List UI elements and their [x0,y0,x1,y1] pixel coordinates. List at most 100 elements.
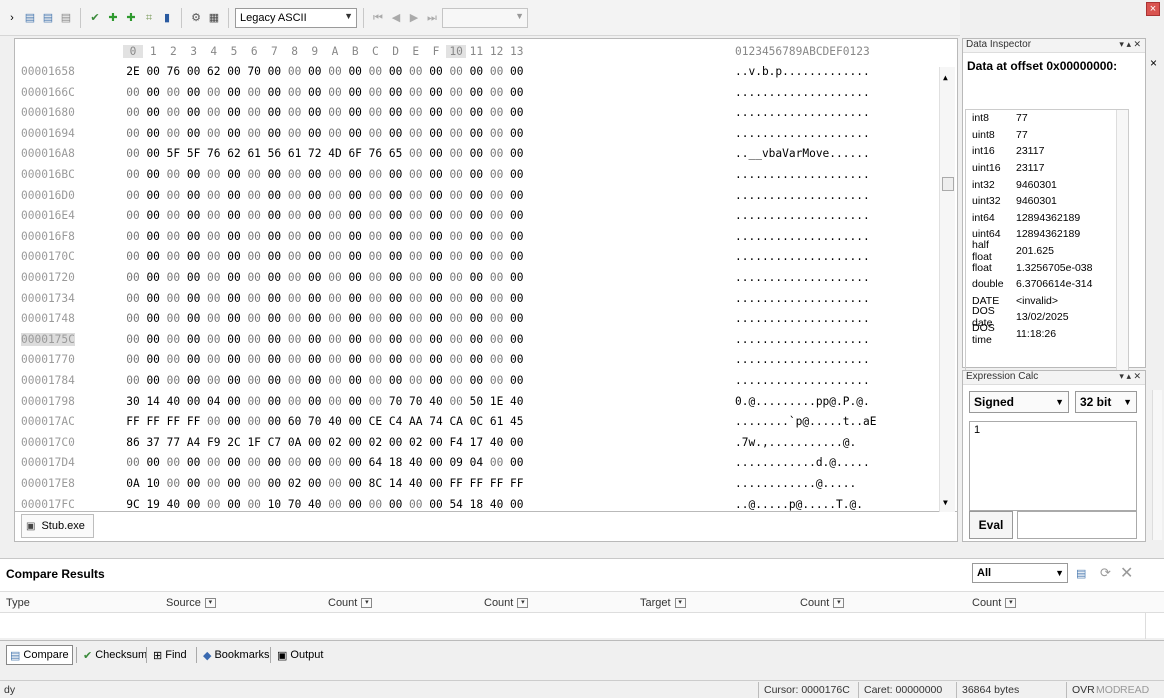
hex-byte[interactable]: 00 [466,312,486,325]
hex-byte[interactable]: 00 [184,312,204,325]
hex-byte[interactable]: 00 [163,292,183,305]
hex-byte[interactable]: 00 [163,477,183,490]
hex-byte[interactable]: 00 [466,86,486,99]
hex-byte[interactable]: 00 [325,65,345,78]
hex-byte[interactable]: 00 [224,333,244,346]
hex-byte[interactable]: 00 [406,147,426,160]
hex-byte[interactable]: 00 [345,292,365,305]
hex-byte[interactable]: 00 [184,292,204,305]
hex-byte[interactable]: 00 [345,250,365,263]
hex-byte[interactable]: 00 [466,333,486,346]
ascii-text[interactable]: .................... [735,312,870,325]
hex-byte[interactable]: 00 [406,271,426,284]
hex-byte[interactable]: 00 [487,456,507,469]
hex-byte[interactable]: 00 [406,250,426,263]
hex-byte[interactable]: 00 [345,65,365,78]
hex-byte[interactable]: 00 [325,209,345,222]
hex-row[interactable]: 00001770 00 00 00 00 00 00 00 00 00 00 00 00 00 00 00 00… [15,353,945,367]
hex-byte[interactable]: 00 [426,209,446,222]
hex-byte[interactable]: 00 [204,415,224,428]
hex-byte[interactable]: 00 [123,86,143,99]
hex-byte[interactable]: 00 [406,353,426,366]
hex-byte[interactable]: 00 [264,209,284,222]
hex-row[interactable]: 0000175C 00 00 00 00 00 00 00 00 00 00 00 00 00 00 00 00… [15,332,945,347]
hex-byte[interactable]: 00 [466,168,486,181]
hex-byte[interactable]: 00 [386,436,406,449]
hex-byte[interactable]: 45 [507,415,527,428]
ascii-text[interactable]: .................... [735,333,870,346]
hex-byte[interactable]: 00 [466,353,486,366]
hex-byte[interactable]: 00 [365,353,385,366]
copy-hex-icon[interactable]: ▤ [40,10,56,26]
hex-byte[interactable]: 00 [446,127,466,140]
hex-byte[interactable]: 00 [446,312,466,325]
calculator-icon[interactable]: ▦ [206,10,222,26]
hex-byte[interactable]: 00 [163,312,183,325]
hex-byte[interactable]: 14 [386,477,406,490]
hex-byte[interactable]: FF [466,477,486,490]
hex-byte[interactable]: 00 [285,292,305,305]
hex-byte[interactable]: 00 [204,86,224,99]
hex-byte[interactable]: 00 [244,456,264,469]
hex-byte[interactable]: 00 [224,86,244,99]
hex-byte[interactable]: 00 [466,209,486,222]
hex-byte[interactable]: 00 [204,333,224,346]
hex-byte[interactable]: 00 [143,456,163,469]
hex-byte[interactable]: 6F [345,147,365,160]
hex-byte[interactable]: 00 [487,189,507,202]
hex-byte[interactable]: 00 [345,106,365,119]
hex-byte[interactable]: 00 [406,168,426,181]
hex-byte[interactable]: 00 [386,230,406,243]
hex-byte[interactable]: 00 [507,456,527,469]
hex-byte[interactable]: 00 [204,230,224,243]
hex-byte[interactable]: 00 [365,189,385,202]
hex-byte[interactable]: 00 [507,333,527,346]
hex-byte[interactable]: 00 [204,168,224,181]
hex-byte[interactable]: 00 [244,415,264,428]
overflow-chevron-icon[interactable]: › [4,10,20,26]
hex-byte[interactable]: 00 [386,168,406,181]
hex-byte[interactable]: 65 [386,147,406,160]
compare-column-4[interactable]: Count ▾ [484,597,529,609]
hex-byte[interactable]: 00 [487,127,507,140]
hex-byte[interactable]: 00 [143,250,163,263]
hex-byte[interactable]: 00 [466,292,486,305]
pin-close-icon[interactable]: ▾ ▴ ✕ [1119,39,1141,50]
hex-byte[interactable]: 00 [123,168,143,181]
hex-row[interactable]: 000017E8 0A 10 00 00 00 00 00 00 02 00 00 00 8C 14 40 00… [15,477,945,491]
hex-byte[interactable]: 00 [345,436,365,449]
hex-byte[interactable]: 00 [143,312,163,325]
hex-byte[interactable]: 00 [487,333,507,346]
hex-byte[interactable]: 00 [224,456,244,469]
hex-byte[interactable]: 00 [184,477,204,490]
hex-byte[interactable]: 00 [163,168,183,181]
tab-checksum[interactable]: ✔ Checksum [80,645,150,665]
hex-byte[interactable]: 00 [143,65,163,78]
ascii-text[interactable]: .................... [735,250,870,263]
hex-byte[interactable]: 00 [264,168,284,181]
hex-byte[interactable]: 00 [325,271,345,284]
last-icon[interactable]: ⏭ [424,10,440,26]
hex-byte[interactable]: 00 [466,65,486,78]
hex-byte[interactable]: 00 [285,374,305,387]
hex-byte[interactable]: 00 [163,271,183,284]
compare-icon[interactable]: ✚ [105,10,121,26]
hex-byte[interactable]: 00 [325,127,345,140]
hex-byte[interactable]: 00 [264,374,284,387]
hex-byte[interactable]: 00 [184,271,204,284]
hex-byte[interactable]: 00 [305,374,325,387]
hex-byte[interactable]: 00 [426,353,446,366]
hex-byte[interactable]: 4D [325,147,345,160]
hex-byte[interactable]: 00 [285,86,305,99]
hex-byte[interactable]: 02 [325,436,345,449]
hex-byte[interactable]: 00 [264,106,284,119]
hex-byte[interactable]: FF [446,477,466,490]
hex-byte[interactable]: 00 [325,250,345,263]
hex-byte[interactable]: 00 [386,189,406,202]
inspector-row[interactable]: uint8 77 [966,127,1128,144]
hex-byte[interactable]: 00 [305,436,325,449]
hex-byte[interactable]: 00 [184,106,204,119]
hex-view[interactable]: 0 1 2 3 4 5 6 7 8 9 A B C D E F 10 11 12 13 0123456789ABCDEF… [14,38,958,513]
ascii-text[interactable]: ..@.....p@.....T.@. [735,498,863,511]
hex-byte[interactable]: 00 [224,353,244,366]
